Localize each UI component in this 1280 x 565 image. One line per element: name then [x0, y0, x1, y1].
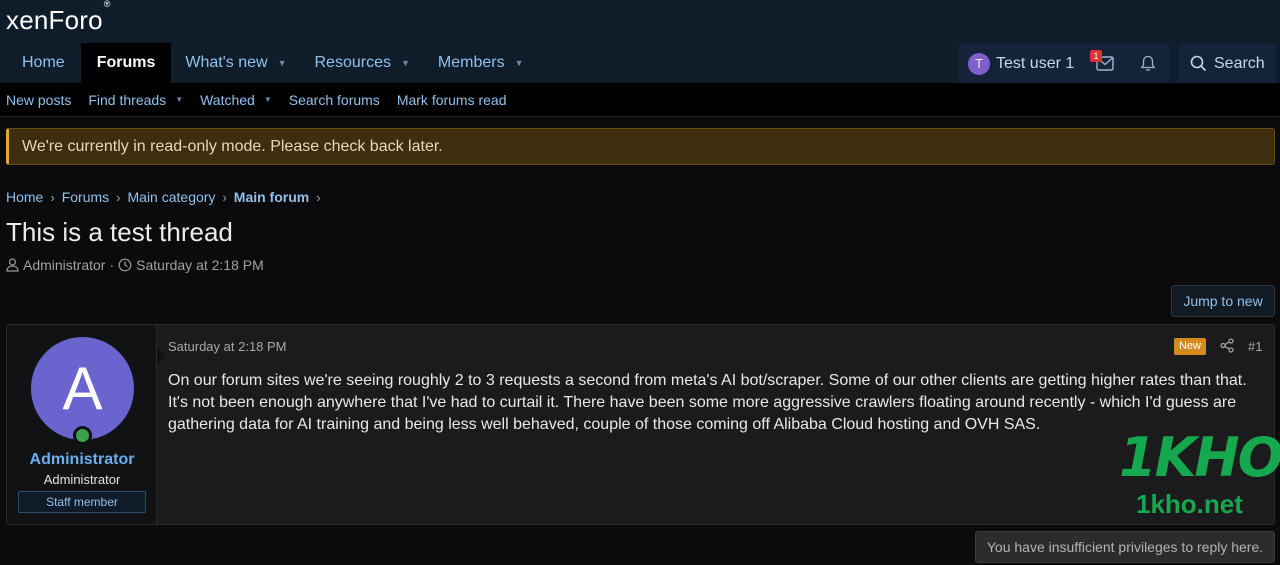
search-icon — [1190, 55, 1207, 72]
subnav-watched[interactable]: Watched ▼ — [200, 92, 272, 108]
thread-meta: Administrator · Saturday at 2:18 PM — [6, 257, 264, 273]
subnav-mark-read[interactable]: Mark forums read — [397, 92, 507, 108]
avatar[interactable]: A — [31, 337, 134, 440]
user-icon — [6, 258, 19, 272]
read-only-notice: We're currently in read-only mode. Pleas… — [6, 128, 1275, 165]
subnav-search-forums[interactable]: Search forums — [289, 92, 380, 108]
reply-permission-notice: You have insufficient privileges to repl… — [975, 531, 1275, 563]
jump-to-new-button[interactable]: Jump to new — [1171, 285, 1275, 317]
header: xenForo® Home Forums What's new ▼ Resourc… — [0, 0, 1280, 83]
user-name[interactable]: Test user 1 — [996, 55, 1074, 73]
chevron-down-icon[interactable]: ▼ — [175, 95, 183, 104]
subnav-find-threads[interactable]: Find threads ▼ — [88, 92, 183, 108]
main-nav: Home Forums What's new ▼ Resources ▼ Membe… — [0, 43, 538, 83]
breadcrumb-home[interactable]: Home — [6, 189, 43, 205]
chevron-down-icon[interactable]: ▼ — [278, 58, 287, 68]
chevron-right-icon: › — [50, 189, 55, 205]
staff-badge: Staff member — [18, 491, 146, 513]
user-menu[interactable]: T Test user 1 1 — [958, 43, 1170, 83]
post-body: On our forum sites we're seeing roughly … — [168, 372, 1247, 433]
new-badge: New — [1174, 338, 1206, 355]
breadcrumb-main-category[interactable]: Main category — [128, 189, 216, 205]
post-username[interactable]: Administrator — [7, 451, 157, 469]
chevron-down-icon[interactable]: ▼ — [264, 95, 272, 104]
sub-nav: New posts Find threads ▼ Watched ▼ Search … — [0, 83, 1280, 117]
nav-members[interactable]: Members ▼ — [424, 43, 538, 83]
online-dot — [76, 429, 89, 442]
nav-resources[interactable]: Resources ▼ — [300, 43, 423, 83]
post-arrow — [157, 347, 166, 365]
chevron-right-icon: › — [116, 189, 121, 205]
share-icon[interactable] — [1220, 338, 1234, 353]
watermark-url: 1kho.net — [1136, 489, 1243, 519]
nav-whats-new[interactable]: What's new ▼ — [171, 43, 300, 83]
chevron-right-icon: › — [316, 189, 321, 205]
search-button[interactable]: Search — [1178, 43, 1276, 83]
page-title: This is a test thread — [6, 217, 233, 247]
post-user-panel: A Administrator Administrator Staff memb… — [7, 325, 157, 524]
clock-icon — [118, 258, 132, 272]
notice-text: We're currently in read-only mode. Pleas… — [22, 138, 443, 155]
breadcrumb: Home › Forums › Main category › Main for… — [6, 189, 328, 205]
watermark-logo: 1KHO — [1119, 426, 1280, 489]
post: A Administrator Administrator Staff memb… — [6, 324, 1275, 525]
bell-icon[interactable] — [1140, 55, 1156, 72]
site-logo[interactable]: xenForo® — [6, 0, 111, 36]
chevron-down-icon[interactable]: ▼ — [515, 58, 524, 68]
breadcrumb-main-forum[interactable]: Main forum — [234, 189, 309, 205]
breadcrumb-forums[interactable]: Forums — [62, 189, 109, 205]
search-label: Search — [1214, 55, 1265, 72]
post-date[interactable]: Saturday at 2:18 PM — [168, 339, 287, 354]
thread-date[interactable]: Saturday at 2:18 PM — [136, 257, 264, 273]
meta-separator: · — [109, 257, 115, 273]
chevron-right-icon: › — [222, 189, 227, 205]
user-title: Administrator — [43, 472, 121, 487]
inbox-count-badge: 1 — [1090, 50, 1102, 62]
avatar[interactable]: T — [968, 53, 990, 75]
nav-home[interactable]: Home — [0, 43, 81, 83]
subnav-new-posts[interactable]: New posts — [6, 92, 71, 108]
thread-author[interactable]: Administrator — [23, 257, 105, 273]
nav-forums[interactable]: Forums — [80, 43, 172, 83]
online-status-icon — [73, 426, 92, 445]
post-number[interactable]: #1 — [1248, 339, 1262, 354]
chevron-down-icon[interactable]: ▼ — [401, 58, 410, 68]
